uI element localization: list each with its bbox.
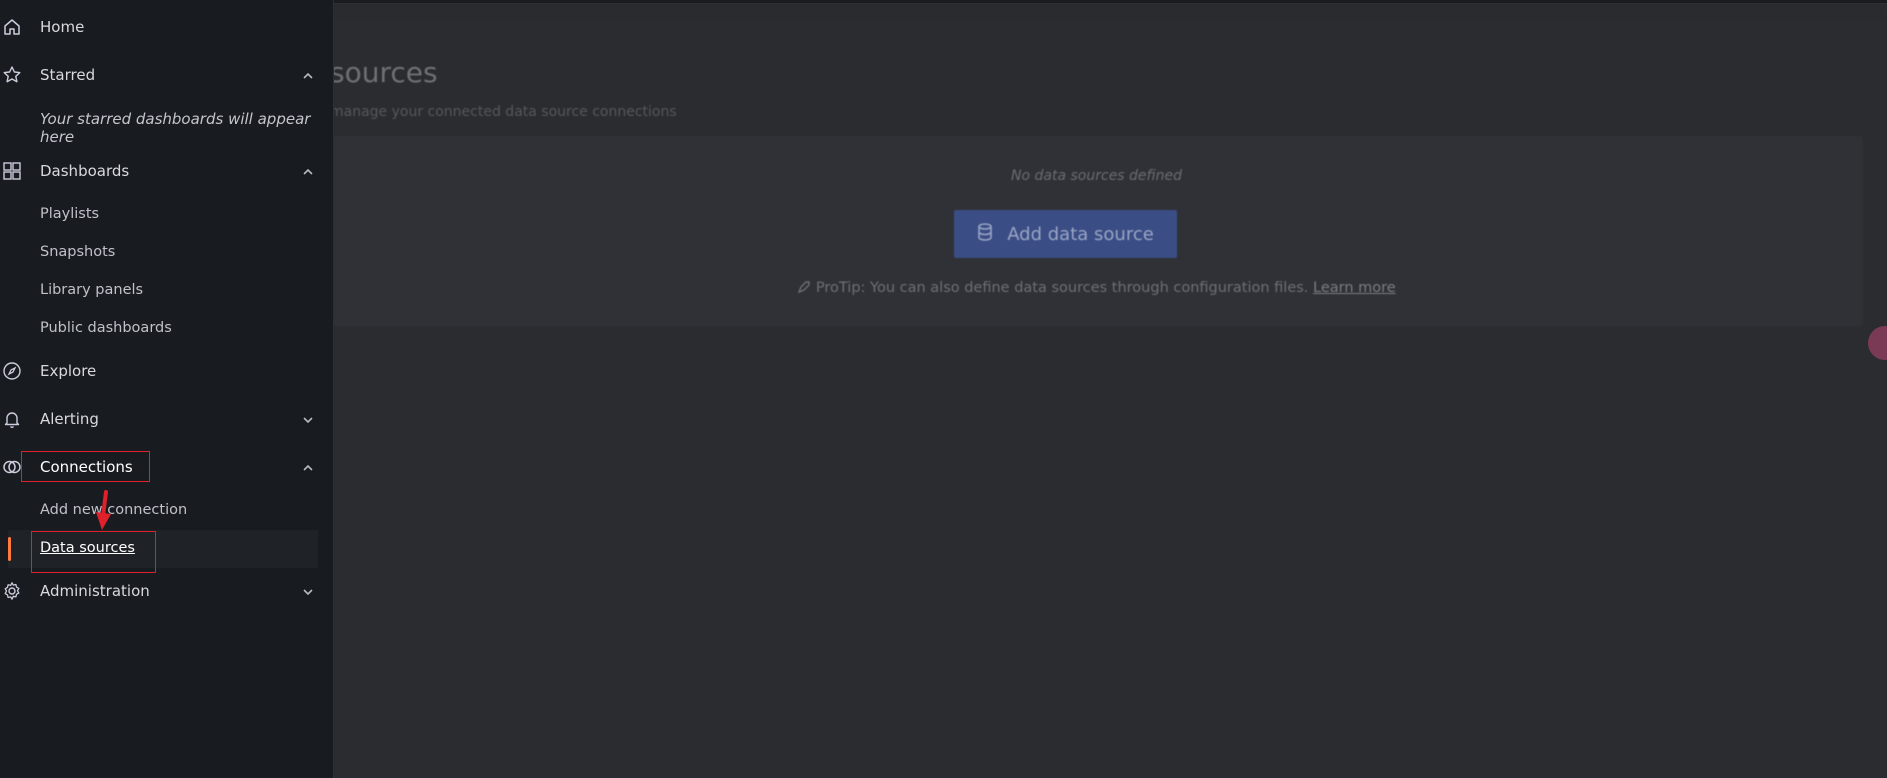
protip: ProTip: You can also define data sources…	[330, 280, 1863, 296]
learn-more-link[interactable]: Learn more	[1313, 280, 1396, 296]
sidebar-subitem-label: Playlists	[40, 206, 100, 222]
page-title: sources	[330, 56, 438, 89]
chevron-down-icon[interactable]	[300, 584, 316, 600]
chevron-down-icon[interactable]	[300, 412, 316, 428]
sidebar-subitem-add-new-connection[interactable]: Add new connection	[0, 492, 334, 530]
sidebar-subitem-label: Snapshots	[40, 244, 116, 260]
sidebar-item-starred[interactable]: Starred	[0, 56, 334, 94]
sidebar-item-label: Dashboards	[40, 162, 130, 180]
sidebar-item-connections[interactable]: Connections	[0, 448, 334, 486]
bell-icon	[2, 409, 22, 429]
chevron-up-icon[interactable]	[300, 460, 316, 476]
starred-empty-hint: Your starred dashboards will appear here	[40, 110, 311, 146]
link-icon	[2, 457, 22, 477]
sidebar-item-label: Administration	[40, 582, 150, 600]
sidebar-menu: Home Starred Your starred dashboards wil…	[0, 0, 334, 778]
page-subtitle: manage your connected data source connec…	[330, 104, 677, 120]
sidebar-subitem-public-dashboards[interactable]: Public dashboards	[0, 310, 334, 348]
sidebar-item-explore[interactable]: Explore	[0, 352, 334, 390]
apps-icon	[2, 161, 22, 181]
empty-state-panel: No data sources defined Add data source …	[330, 136, 1863, 326]
sidebar-subitem-label: Public dashboards	[40, 320, 172, 336]
sidebar-subitem-data-sources[interactable]: Data sources	[0, 530, 334, 568]
home-icon	[2, 17, 22, 37]
sidebar-item-alerting[interactable]: Alerting	[0, 400, 334, 438]
protip-text: ProTip: You can also define data sources…	[815, 280, 1309, 296]
add-data-source-button[interactable]: Add data source	[954, 210, 1177, 258]
sidebar-subitem-playlists[interactable]: Playlists	[0, 196, 334, 234]
add-data-source-label: Add data source	[1007, 223, 1154, 245]
sidebar-subitem-snapshots[interactable]: Snapshots	[0, 234, 334, 272]
sidebar-item-home[interactable]: Home	[0, 8, 334, 46]
sidebar-item-administration[interactable]: Administration	[0, 572, 334, 610]
rocket-icon	[797, 280, 816, 296]
star-icon	[2, 65, 22, 85]
database-icon	[977, 222, 993, 246]
compass-icon	[2, 361, 22, 381]
sidebar-subitem-label: Data sources	[40, 540, 135, 556]
sidebar-item-label: Explore	[40, 362, 97, 380]
annotation-arrow-icon	[92, 490, 116, 532]
chevron-up-icon[interactable]	[300, 68, 316, 84]
sidebar-subitem-label: Library panels	[40, 282, 144, 298]
chevron-up-icon[interactable]	[300, 164, 316, 180]
sidebar-item-label: Alerting	[40, 410, 99, 428]
sidebar-item-dashboards[interactable]: Dashboards	[0, 152, 334, 190]
sidebar-item-label: Starred	[40, 66, 96, 84]
gear-icon	[2, 581, 22, 601]
sidebar-item-label: Home	[40, 18, 85, 36]
sidebar-item-label: Connections	[40, 458, 133, 476]
empty-state-text: No data sources defined	[1011, 168, 1182, 184]
sidebar-subitem-library-panels[interactable]: Library panels	[0, 272, 334, 310]
